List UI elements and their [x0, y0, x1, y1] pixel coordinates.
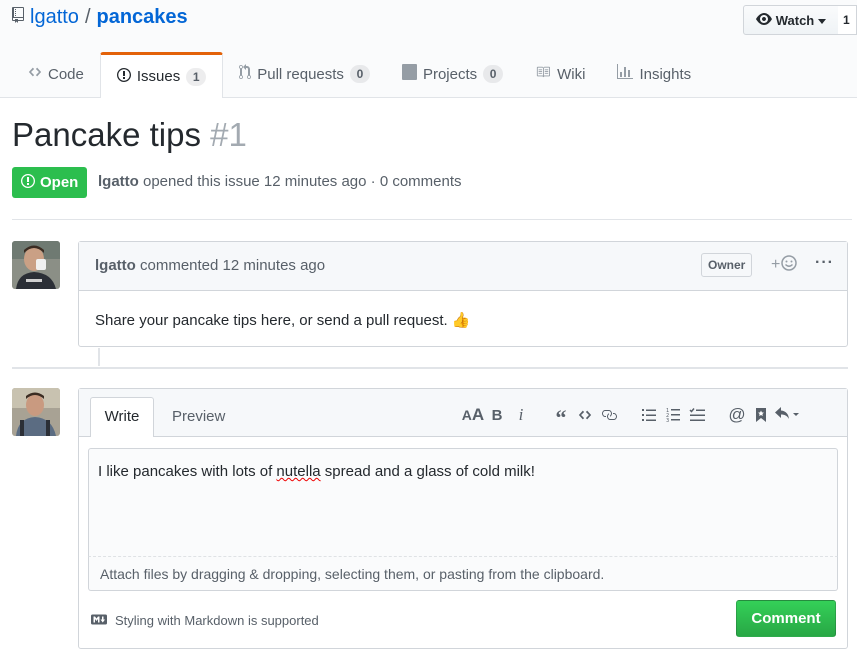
issue-title-text: Pancake tips — [12, 116, 201, 153]
italic-icon[interactable]: i — [509, 405, 533, 425]
quote-icon[interactable]: “ — [549, 402, 573, 430]
repo-title: lgatto / pancakes — [12, 6, 188, 29]
state-label: Open — [40, 174, 79, 191]
tab-preview[interactable]: Preview — [172, 408, 225, 425]
markdown-toolbar: AA B i “ 123 @ — [461, 402, 803, 430]
projects-counter: 0 — [483, 65, 504, 83]
attach-files-text: Attach files by dragging & dropping, sel… — [100, 566, 605, 582]
tab-insights[interactable]: Insights — [601, 52, 707, 96]
new-comment-form: Write Preview AA B i “ 123 @ I like panc… — [78, 388, 848, 649]
form-header: Write Preview AA B i “ 123 @ — [79, 389, 847, 437]
repo-icon — [12, 6, 24, 29]
tab-label: Issues — [136, 68, 181, 85]
issue-meta-text: opened this issue 12 minutes ago · 0 com… — [143, 173, 462, 190]
graph-icon — [617, 64, 634, 84]
tab-label: Code — [48, 65, 84, 83]
comment-button[interactable]: Comment — [736, 600, 836, 637]
tab-label: Pull requests — [257, 65, 344, 83]
reply-icon[interactable] — [773, 405, 803, 425]
book-icon — [535, 65, 551, 83]
tab-write[interactable]: Write — [90, 397, 154, 437]
markdown-note-text: Styling with Markdown is supported — [115, 613, 319, 628]
repo-nav-tabs: Code Issues 1 Pull requests 0 Projects 0… — [0, 52, 707, 98]
plus-icon: + — [771, 255, 781, 273]
comment-body: Share your pancake tips here, or send a … — [95, 312, 471, 329]
comment-textarea-value: I like pancakes with lots of nutella spr… — [98, 463, 535, 480]
code-icon — [28, 65, 42, 83]
text-size-icon[interactable]: AA — [461, 405, 485, 425]
comment: lgatto commented 12 minutes ago Owner + … — [78, 241, 848, 347]
smiley-icon — [781, 255, 798, 274]
issue-author-link[interactable]: lgatto — [98, 173, 139, 190]
watch-label: Watch — [775, 12, 815, 28]
tab-label: Insights — [639, 65, 692, 83]
bold-icon[interactable]: B — [485, 405, 509, 425]
tab-projects[interactable]: Projects 0 — [386, 52, 519, 96]
tab-code[interactable]: Code — [12, 52, 100, 96]
issue-number: #1 — [210, 116, 247, 153]
eye-icon — [755, 11, 772, 30]
link-icon[interactable] — [597, 405, 621, 425]
tab-label: Wiki — [557, 65, 586, 83]
watch-count[interactable]: 1 — [838, 5, 857, 35]
avatar[interactable] — [12, 388, 60, 436]
repo-separator: / — [84, 6, 91, 28]
project-icon — [401, 64, 417, 84]
divider — [12, 367, 848, 369]
file-drop-zone[interactable]: Attach files by dragging & dropping, sel… — [88, 556, 838, 591]
code-icon[interactable] — [573, 405, 597, 425]
issue-opened-icon — [116, 67, 131, 87]
issue-opened-icon — [21, 173, 35, 193]
tab-label: Projects — [422, 65, 478, 83]
repo-owner-link[interactable]: lgatto — [30, 6, 79, 29]
state-badge: Open — [12, 167, 88, 198]
timeline-connector — [98, 348, 100, 366]
divider — [12, 219, 852, 220]
issue-meta: lgatto opened this issue 12 minutes ago … — [98, 173, 462, 190]
unordered-list-icon[interactable] — [637, 405, 661, 425]
comment-author-link[interactable]: lgatto — [95, 257, 136, 274]
owner-label: Owner — [701, 253, 753, 277]
misspelled-word: nutella — [276, 463, 321, 480]
bookmark-icon[interactable] — [749, 405, 773, 425]
pull-requests-counter: 0 — [349, 65, 370, 83]
markdown-note[interactable]: Styling with Markdown is supported — [91, 613, 319, 628]
tab-issues[interactable]: Issues 1 — [99, 52, 224, 98]
mention-icon[interactable]: @ — [725, 405, 749, 425]
kebab-horizontal-icon[interactable]: ··· — [815, 254, 834, 272]
repo-name-link[interactable]: pancakes — [97, 6, 188, 29]
issues-counter: 1 — [186, 67, 207, 86]
comment-action: commented 12 minutes ago — [140, 257, 326, 274]
tab-wiki[interactable]: Wiki — [519, 52, 601, 96]
svg-text:3: 3 — [666, 418, 669, 423]
git-pull-request-icon — [239, 64, 252, 84]
avatar[interactable] — [12, 241, 60, 289]
tasklist-icon[interactable] — [685, 405, 709, 425]
add-reaction-button[interactable]: + — [771, 255, 798, 274]
comment-meta: lgatto commented 12 minutes ago — [95, 257, 325, 274]
ordered-list-icon[interactable]: 123 — [661, 405, 685, 425]
markdown-icon — [91, 613, 107, 628]
comment-header: lgatto commented 12 minutes ago Owner + … — [79, 242, 847, 291]
issue-title: Pancake tips #1 — [12, 116, 247, 154]
caret-down-icon — [818, 13, 827, 28]
tab-pull-requests[interactable]: Pull requests 0 — [223, 52, 386, 96]
watch-button[interactable]: Watch — [743, 5, 839, 35]
